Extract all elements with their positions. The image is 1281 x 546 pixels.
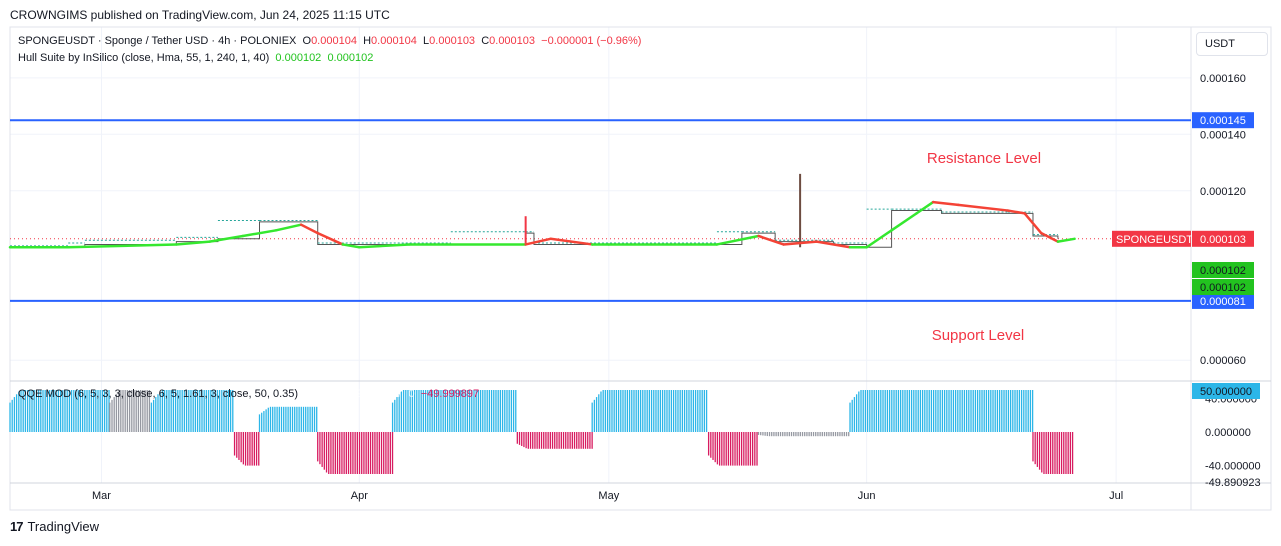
hull-value-2: 0.000102 — [327, 52, 374, 64]
price-axis-label: 0.000140 — [1200, 129, 1246, 141]
qqe-axis-label: -49.890923 — [1205, 477, 1261, 489]
tradingview-logo-icon: 17 — [10, 519, 24, 534]
time-axis-label: Jul — [1109, 490, 1123, 502]
price-axis-label: 0.000120 — [1200, 186, 1246, 198]
hull-segment — [956, 203, 1010, 212]
annotations: Resistance Level Support Level — [927, 150, 1041, 344]
qqe-tag-label: 50.000000 — [1200, 386, 1252, 398]
hull-segment — [931, 200, 960, 207]
hull-segment — [1056, 237, 1076, 243]
tradingview-brand[interactable]: 17 TradingView — [10, 519, 99, 534]
qqe-axis-label: -40.000000 — [1205, 461, 1261, 473]
last-price-tag-label: 0.000103 — [1200, 234, 1246, 246]
price-axis-label: 0.000160 — [1200, 73, 1246, 85]
axis-labels: Mar Apr May Jun Jul 0.000160 0.000140 0.000120 0… — [92, 73, 1261, 502]
hull-segment — [549, 237, 594, 246]
qqe-hidden-value-1: 0.0028 — [304, 388, 338, 400]
indicator-tag-label: 0.000102 — [1200, 265, 1246, 277]
close-value: 0.000103 — [489, 35, 536, 47]
hull-value-1: 0.000102 — [275, 52, 322, 64]
level-tag-label: 0.000081 — [1200, 296, 1246, 308]
open-value: 0.000104 — [311, 35, 357, 47]
qqe-hidden-value-2: −49.999897 — [343, 388, 403, 400]
support-label: Support Level — [932, 327, 1025, 344]
time-axis-label: Apr — [351, 490, 368, 502]
hull-segment — [915, 200, 935, 215]
qqe-axis-label: 0.000000 — [1205, 427, 1251, 439]
hull-title[interactable]: Hull Suite by InSilico (close, Hma, 55, … — [18, 52, 269, 64]
hull-segment — [524, 237, 552, 246]
level-tag-label: 0.000145 — [1200, 115, 1246, 127]
qqe-value: −49.999897 — [420, 388, 480, 400]
hull-segment — [274, 223, 303, 232]
currency-unit-button[interactable]: USDT — [1196, 32, 1268, 56]
close-label: C — [481, 35, 490, 47]
symbol-name[interactable]: SPONGEUSDT · Sponge / Tether USD · 4h · … — [18, 35, 296, 47]
qqe-series — [9, 390, 1074, 474]
time-axis-label: Mar — [92, 490, 111, 502]
hull-segment — [299, 223, 319, 235]
brand-name: TradingView — [27, 519, 100, 534]
hull-legend: Hull Suite by InSilico (close, Hma, 55, … — [18, 52, 373, 64]
price-axis-label: 0.000060 — [1200, 355, 1246, 367]
chart-canvas: 0.000145 0.000081 SPONGEUSDT 0.000103 0.0001… — [8, 26, 1272, 511]
qqe-hidden-value-3: 0 — [408, 388, 415, 400]
symbol-legend: SPONGEUSDT · Sponge / Tether USD · 4h · … — [18, 35, 641, 47]
publisher-line: CROWNGIMS published on TradingView.com, … — [10, 8, 390, 22]
chart-frame — [9, 26, 1272, 511]
symbol-tag-label: SPONGEUSDT — [1116, 234, 1193, 246]
change-value: −0.000001 (−0.96%) — [541, 35, 642, 47]
qqe-title[interactable]: QQE MOD (6, 5, 3, 3, close, 6, 5, 1.61, … — [18, 388, 298, 400]
open-label: O — [302, 35, 312, 47]
chart-border — [9, 26, 1272, 511]
hull-segment — [890, 212, 918, 232]
time-axis-label: Jun — [858, 490, 876, 502]
price-series — [10, 173, 1059, 248]
time-axis-label: May — [598, 490, 619, 502]
low-value: 0.000103 — [429, 35, 476, 47]
high-value: 0.000104 — [371, 35, 417, 47]
indicator-tag-label: 0.000102 — [1200, 282, 1246, 294]
high-label: H — [363, 35, 372, 47]
hull-segment — [715, 234, 760, 246]
resistance-label: Resistance Level — [927, 150, 1041, 167]
qqe-legend: QQE MOD (6, 5, 3, 3, close, 6, 5, 1.61, … — [18, 388, 479, 400]
levels: 0.000145 0.000081 SPONGEUSDT 0.000103 0.0001… — [10, 112, 1254, 309]
